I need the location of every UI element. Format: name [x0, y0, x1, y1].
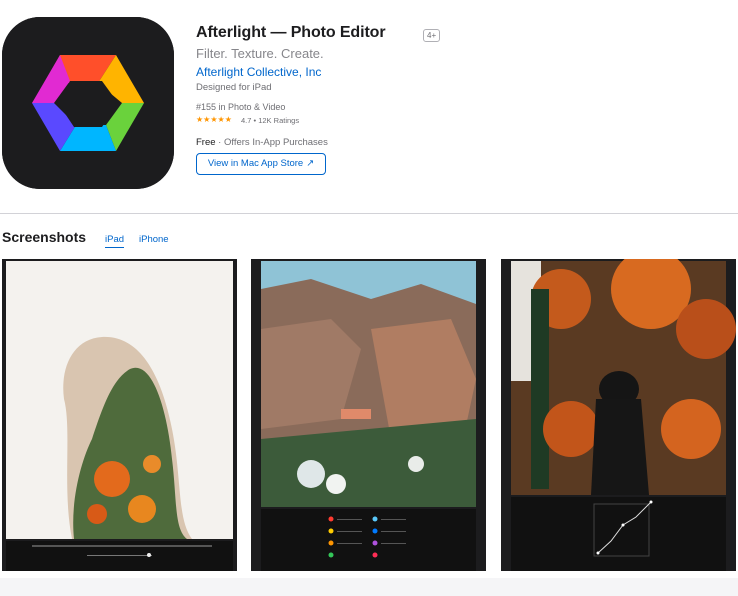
in-app-purchases-label: · Offers In-App Purchases	[215, 137, 328, 148]
view-in-mac-app-store-button[interactable]: View in Mac App Store ↗	[196, 153, 326, 175]
price-label: Free	[196, 137, 216, 148]
developer-link[interactable]: Afterlight Collective, Inc	[196, 65, 321, 79]
section-divider	[0, 213, 738, 214]
double-exposure-photo-icon	[2, 259, 237, 571]
price-line: Free · Offers In-App Purchases	[196, 137, 328, 148]
tab-iphone[interactable]: iPhone	[139, 234, 169, 245]
store-button-label: View in Mac App Store	[207, 158, 304, 169]
afterlight-logo-icon	[2, 17, 174, 189]
screenshot-2[interactable]	[251, 259, 486, 571]
category-rank: #155 in Photo & Video	[196, 102, 286, 112]
screenshot-1[interactable]	[2, 259, 237, 571]
page-footer-strip	[0, 578, 738, 596]
app-icon	[2, 17, 174, 189]
app-title: Afterlight — Photo Editor	[196, 24, 386, 41]
rating-stars-icon: ★★★★★	[196, 115, 232, 124]
rating-summary: 4.7 • 12K Ratings	[241, 116, 300, 125]
app-subtitle: Filter. Texture. Create.	[196, 46, 324, 61]
external-arrow-icon: ↗	[306, 158, 315, 169]
designed-for-label: Designed for iPad	[196, 82, 272, 93]
tab-ipad[interactable]: iPad	[105, 234, 125, 248]
age-rating-badge: 4+	[423, 29, 441, 42]
autumn-forest-photo-icon	[501, 259, 736, 571]
screenshots-heading: Screenshots	[2, 229, 87, 245]
screenshot-3[interactable]	[501, 259, 736, 571]
rock-landscape-photo-icon	[251, 259, 486, 571]
